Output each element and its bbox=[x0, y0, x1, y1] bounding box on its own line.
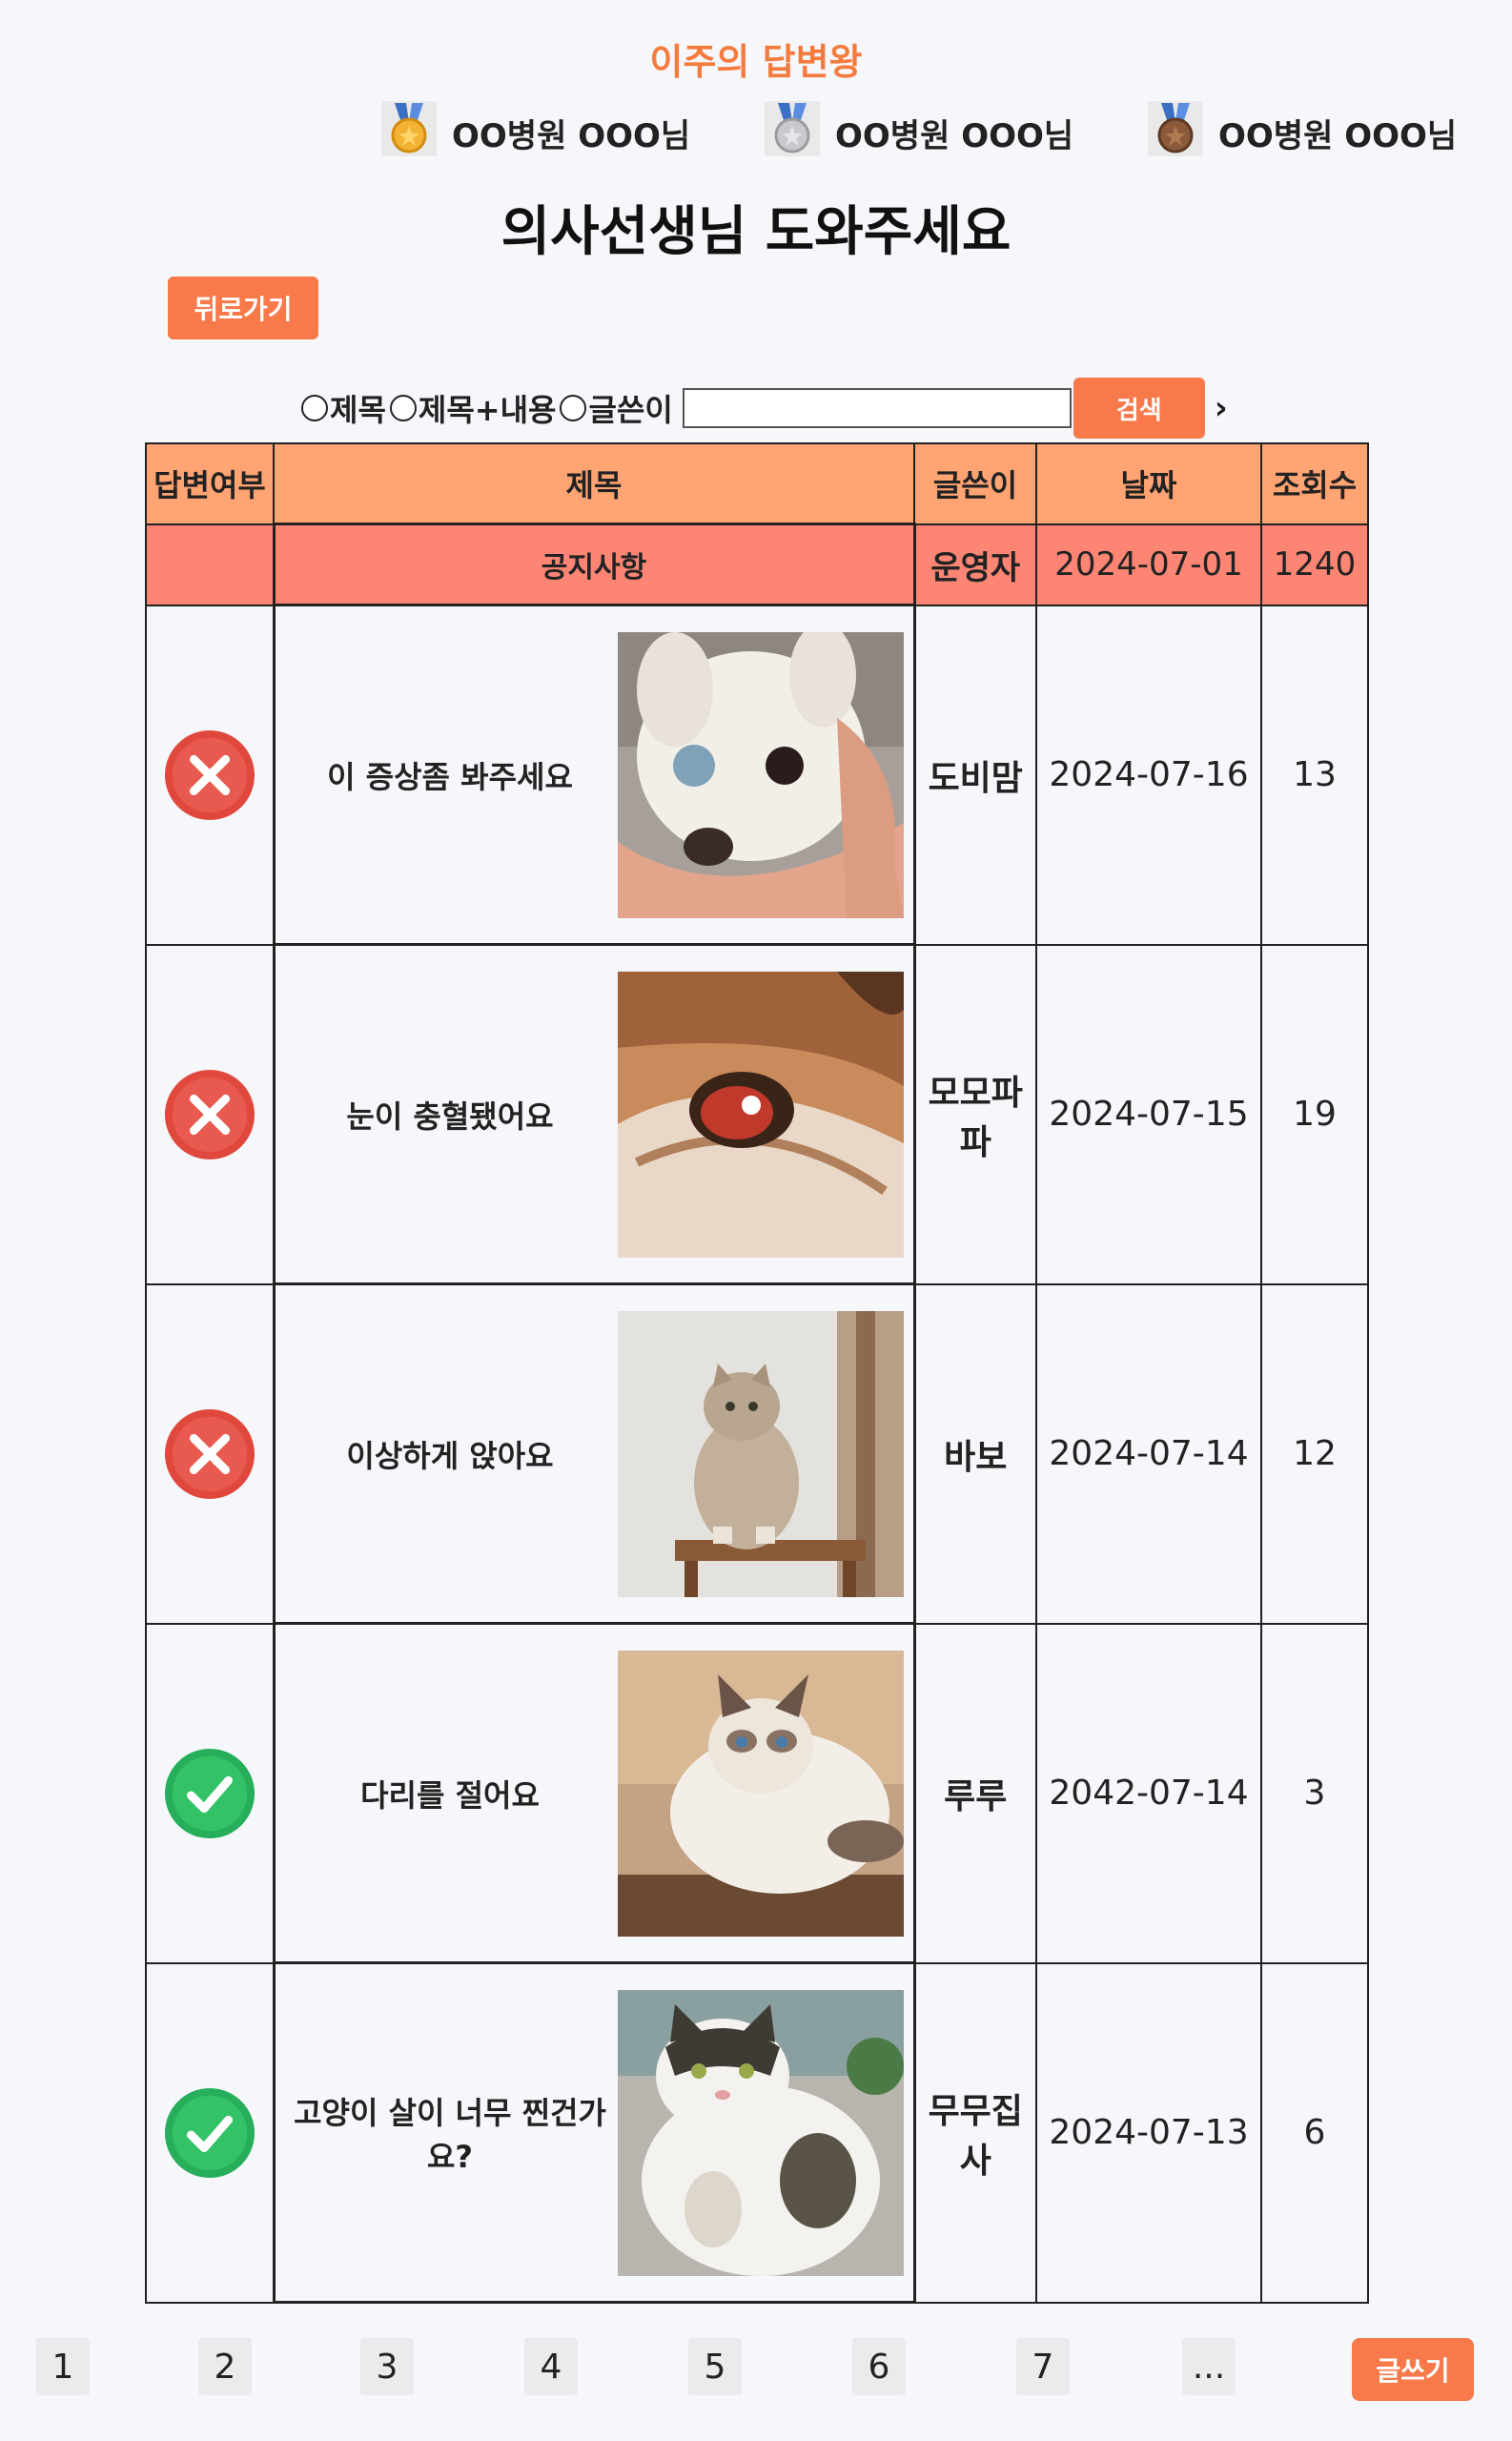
post-views: 13 bbox=[1260, 604, 1369, 946]
post-author: 루루 bbox=[913, 1622, 1037, 1964]
radio-icon[interactable] bbox=[560, 395, 587, 421]
col-title: 제목 bbox=[273, 442, 915, 525]
search-bar: 제목 제목+내용 글쓴이 검색 › bbox=[301, 378, 1228, 439]
search-option-title-content[interactable]: 제목+내용 bbox=[389, 386, 556, 430]
weekly-answer-king-title: 이주의 답변왕 bbox=[649, 41, 863, 83]
bronze-medal-icon bbox=[1146, 99, 1205, 167]
unanswered-x-icon bbox=[164, 729, 255, 820]
sitting-cat-photo[interactable] bbox=[617, 1310, 904, 1597]
answered-check-icon bbox=[164, 1748, 255, 1838]
white-dog-eye-photo[interactable] bbox=[617, 631, 904, 918]
post-title[interactable]: 이상하게 앉아요 bbox=[283, 1432, 618, 1476]
medal-winner-name: OO병원 OOO님 bbox=[452, 117, 691, 155]
answer-status bbox=[145, 604, 275, 946]
post-views: 12 bbox=[1260, 1282, 1369, 1625]
post-table: 답변여부 제목 글쓴이 날짜 조회수 공지사항 운영자 2024-07-01 1… bbox=[145, 442, 1369, 2304]
post-date: 2042-07-14 bbox=[1035, 1622, 1262, 1964]
radio-icon[interactable] bbox=[389, 395, 417, 421]
table-row[interactable]: 이 증상좀 봐주세요 도비맘 2024-07-16 13 bbox=[145, 604, 1369, 946]
table-row[interactable]: 다리를 절어요 루루 2042-07-14 3 bbox=[145, 1622, 1369, 1964]
table-header-row: 답변여부 제목 글쓴이 날짜 조회수 bbox=[145, 442, 1369, 525]
page-link-3[interactable]: 3 bbox=[360, 2338, 414, 2395]
page-link-5[interactable]: 5 bbox=[688, 2338, 742, 2395]
search-button[interactable]: 검색 bbox=[1073, 378, 1205, 439]
dog-red-eye-photo[interactable] bbox=[617, 971, 904, 1258]
col-answered: 답변여부 bbox=[145, 442, 275, 525]
page-link-6[interactable]: 6 bbox=[852, 2338, 906, 2395]
notice-status bbox=[145, 523, 275, 606]
page-link-2[interactable]: 2 bbox=[198, 2338, 252, 2395]
post-title[interactable]: 고양이 살이 너무 찐건가요? bbox=[283, 2089, 618, 2177]
search-option-title[interactable]: 제목 bbox=[301, 386, 386, 430]
post-author: 모모파파 bbox=[913, 943, 1037, 1285]
notice-author: 운영자 bbox=[913, 523, 1037, 606]
ragdoll-cat-photo[interactable] bbox=[617, 1650, 904, 1937]
gold-medal-icon bbox=[379, 99, 439, 167]
write-post-button[interactable]: 글쓰기 bbox=[1352, 2338, 1474, 2401]
notice-title[interactable]: 공지사항 bbox=[272, 523, 916, 606]
post-author: 도비맘 bbox=[913, 604, 1037, 946]
back-button[interactable]: 뒤로가기 bbox=[168, 277, 318, 339]
fat-cat-photo[interactable] bbox=[617, 1989, 904, 2276]
post-date: 2024-07-15 bbox=[1035, 943, 1262, 1285]
post-title-cell[interactable]: 이 증상좀 봐주세요 bbox=[272, 604, 916, 946]
post-views: 6 bbox=[1260, 1961, 1369, 2304]
answer-status bbox=[145, 1622, 275, 1964]
search-option-author[interactable]: 글쓴이 bbox=[560, 386, 673, 430]
pagination: 1 2 3 4 5 6 7 ... bbox=[0, 2338, 1512, 2405]
notice-row[interactable]: 공지사항 운영자 2024-07-01 1240 bbox=[145, 523, 1369, 606]
post-title[interactable]: 눈이 충혈됐어요 bbox=[283, 1093, 618, 1137]
post-views: 19 bbox=[1260, 943, 1369, 1285]
medal-gold: OO병원 OOO님 bbox=[379, 99, 690, 167]
answer-status bbox=[145, 943, 275, 1285]
post-title[interactable]: 이 증상좀 봐주세요 bbox=[283, 753, 618, 797]
col-views: 조회수 bbox=[1260, 442, 1369, 525]
table-row[interactable]: 이상하게 앉아요 바보 2024-07-14 12 bbox=[145, 1282, 1369, 1625]
post-date: 2024-07-16 bbox=[1035, 604, 1262, 946]
unanswered-x-icon bbox=[164, 1069, 255, 1159]
post-views: 3 bbox=[1260, 1622, 1369, 1964]
medal-silver: OO병원 OOO님 bbox=[763, 99, 1073, 167]
post-title[interactable]: 다리를 절어요 bbox=[283, 1772, 618, 1815]
medal-row: OO병원 OOO님 OO병원 OOO님 OO병원 OOO님 bbox=[0, 99, 1512, 166]
answered-check-icon bbox=[164, 2087, 255, 2178]
page-title: 의사선생님 도와주세요 bbox=[501, 201, 1011, 263]
answer-status bbox=[145, 1282, 275, 1625]
answer-status bbox=[145, 1961, 275, 2304]
notice-date: 2024-07-01 bbox=[1035, 523, 1262, 606]
unanswered-x-icon bbox=[164, 1408, 255, 1499]
post-author: 바보 bbox=[913, 1282, 1037, 1625]
post-title-cell[interactable]: 고양이 살이 너무 찐건가요? bbox=[272, 1961, 916, 2304]
post-author: 무무집사 bbox=[913, 1961, 1037, 2304]
page-link-7[interactable]: 7 bbox=[1016, 2338, 1070, 2395]
table-row[interactable]: 고양이 살이 너무 찐건가요? 무무집사 2024-07-13 6 bbox=[145, 1961, 1369, 2304]
post-title-cell[interactable]: 이상하게 앉아요 bbox=[272, 1282, 916, 1625]
page-link-more[interactable]: ... bbox=[1182, 2338, 1236, 2395]
table-row[interactable]: 눈이 충혈됐어요 모모파파 2024-07-15 19 bbox=[145, 943, 1369, 1285]
post-title-cell[interactable]: 다리를 절어요 bbox=[272, 1622, 916, 1964]
post-date: 2024-07-14 bbox=[1035, 1282, 1262, 1625]
col-date: 날짜 bbox=[1035, 442, 1262, 525]
page-link-1[interactable]: 1 bbox=[36, 2338, 90, 2395]
silver-medal-icon bbox=[763, 99, 822, 167]
medal-winner-name: OO병원 OOO님 bbox=[835, 117, 1074, 155]
col-author: 글쓴이 bbox=[913, 442, 1037, 525]
medal-bronze: OO병원 OOO님 bbox=[1146, 99, 1457, 167]
chevron-right-icon[interactable]: › bbox=[1215, 389, 1228, 427]
notice-views: 1240 bbox=[1260, 523, 1369, 606]
search-input[interactable] bbox=[682, 388, 1072, 428]
page-link-4[interactable]: 4 bbox=[524, 2338, 578, 2395]
post-date: 2024-07-13 bbox=[1035, 1961, 1262, 2304]
post-title-cell[interactable]: 눈이 충혈됐어요 bbox=[272, 943, 916, 1285]
radio-icon[interactable] bbox=[301, 395, 328, 421]
medal-winner-name: OO병원 OOO님 bbox=[1218, 117, 1458, 155]
